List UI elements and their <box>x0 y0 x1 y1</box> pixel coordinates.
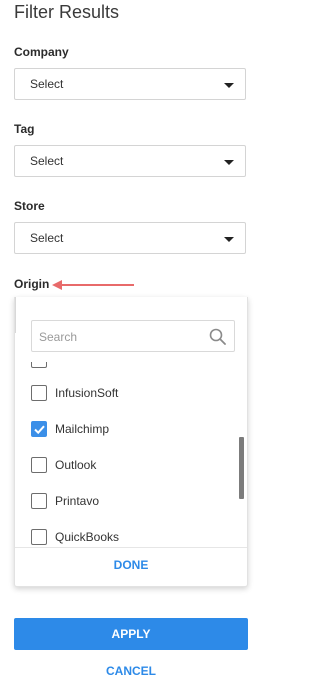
checkbox[interactable] <box>31 457 47 473</box>
chevron-down-icon <box>224 237 234 242</box>
search-placeholder: Search <box>39 330 78 344</box>
checkbox[interactable] <box>31 493 47 509</box>
checkmark-icon <box>34 425 45 435</box>
list-item-label: Mailchimp <box>55 422 110 436</box>
tag-select[interactable]: Select <box>14 145 246 177</box>
origin-label: Origin <box>14 277 50 291</box>
origin-dropdown: Search InfusionSoft Mailchimp Outlook Pr… <box>14 297 248 587</box>
checkbox[interactable] <box>31 385 47 401</box>
list-item-label: Printavo <box>55 494 100 508</box>
checkbox[interactable] <box>31 529 47 545</box>
company-label: Company <box>14 45 69 59</box>
tag-label: Tag <box>14 122 35 136</box>
search-icon <box>209 328 226 345</box>
cancel-button[interactable]: CANCEL <box>14 664 248 678</box>
store-select-value: Select <box>30 231 64 245</box>
done-button[interactable]: DONE <box>15 547 247 586</box>
chevron-down-icon <box>224 83 234 88</box>
apply-button[interactable]: APPLY <box>14 618 248 650</box>
company-select-value: Select <box>30 77 64 91</box>
checkbox[interactable] <box>31 362 47 368</box>
list-item-label: QuickBooks <box>55 530 120 544</box>
list-item-label: Outlook <box>55 458 97 472</box>
list-item-label: InfusionSoft <box>55 386 119 400</box>
store-label: Store <box>14 199 45 213</box>
page-title: Filter Results <box>14 2 120 22</box>
tag-select-value: Select <box>30 154 64 168</box>
list-scrollbar[interactable] <box>239 362 244 547</box>
checkbox[interactable] <box>31 421 47 437</box>
scrollbar-thumb[interactable] <box>239 437 244 499</box>
arrow-left-icon <box>52 280 134 290</box>
origin-option-list[interactable]: InfusionSoft Mailchimp Outlook Printavo … <box>15 362 247 547</box>
company-select[interactable]: Select <box>14 68 246 100</box>
origin-search-input[interactable]: Search <box>31 320 235 352</box>
chevron-down-icon <box>224 160 234 165</box>
store-select[interactable]: Select <box>14 222 246 254</box>
